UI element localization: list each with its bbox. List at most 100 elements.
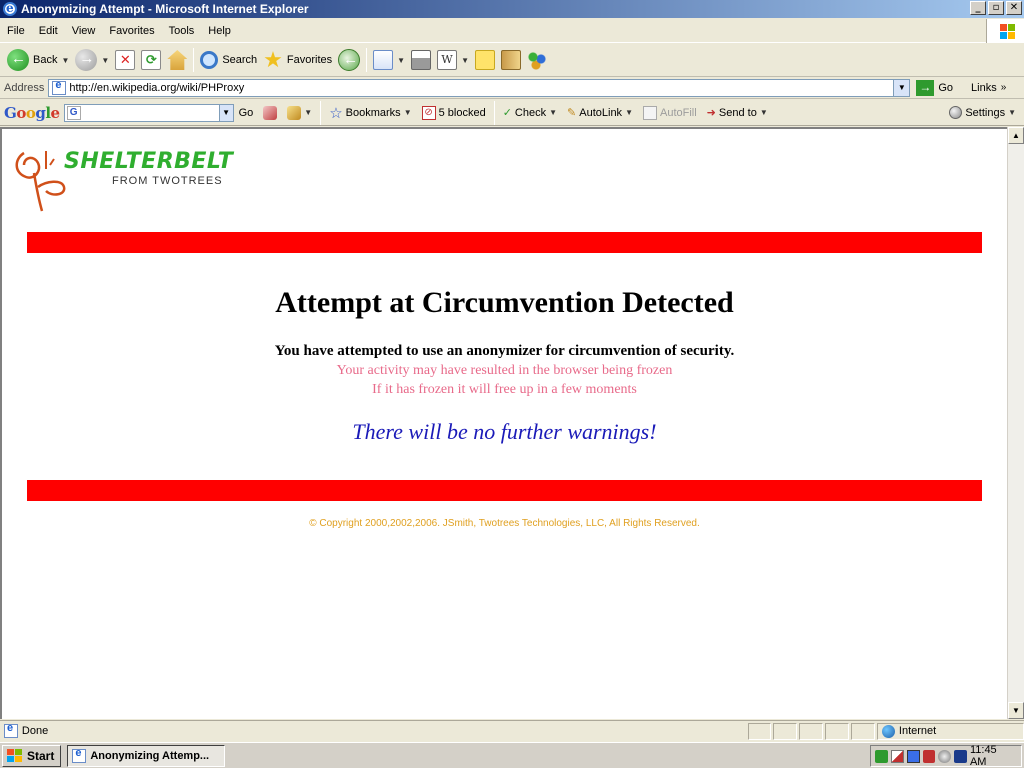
tray-monitor-icon[interactable]	[906, 749, 920, 763]
scroll-up-arrow-icon[interactable]: ▲	[1008, 127, 1024, 144]
autofill-label: AutoFill	[659, 106, 697, 119]
back-dropdown-icon[interactable]: ▼	[61, 56, 69, 65]
menu-tools[interactable]: Tools	[162, 25, 202, 37]
refresh-icon: ⟳	[141, 50, 162, 70]
stop-button[interactable]: ✕	[112, 45, 138, 75]
favorites-button[interactable]: ★ Favorites	[260, 45, 335, 75]
page-icon	[52, 79, 67, 95]
send-to-button[interactable]: ➜ Send to ▼	[702, 106, 773, 120]
menu-favorites[interactable]: Favorites	[102, 25, 161, 37]
tray-chart-icon[interactable]	[890, 749, 904, 763]
mail-dropdown-icon[interactable]: ▼	[397, 56, 405, 65]
forward-button[interactable]: ▼	[72, 45, 112, 75]
taskbar: Start Anonymizing Attemp... 11:45 AM	[0, 742, 1024, 768]
print-button[interactable]	[408, 45, 434, 75]
autofill-icon	[642, 105, 657, 120]
warning-line-3: If it has frozen it will free up in a fe…	[372, 382, 637, 397]
chevron-right-icon[interactable]: »	[1001, 82, 1007, 93]
mail-button[interactable]: ▼	[370, 45, 408, 75]
autolink-button[interactable]: ✎ AutoLink ▼	[562, 106, 638, 120]
popup-blocker-button[interactable]: ⊘ 5 blocked	[417, 105, 491, 120]
standard-toolbar: Back ▼ ▼ ✕ ⟳ Search ★ Favorites ▼ W ▼	[0, 44, 1024, 77]
ie-icon	[72, 747, 87, 763]
history-button[interactable]	[335, 45, 363, 75]
address-label: Address	[4, 81, 45, 94]
maximize-button[interactable]: ▫	[988, 1, 1004, 15]
tray-display-icon[interactable]	[954, 749, 967, 763]
address-input[interactable]: http://en.wikipedia.org/wiki/PHProxy ▼	[48, 78, 911, 97]
tray-blocked-icon[interactable]	[922, 749, 936, 763]
tray-clock-icon[interactable]	[938, 749, 952, 763]
go-arrow-icon: →	[916, 79, 935, 96]
page-done-icon	[4, 722, 18, 738]
vertical-scrollbar[interactable]: ▲ ▼	[1007, 127, 1024, 719]
settings-button[interactable]: Settings ▼	[944, 106, 1024, 119]
search-button[interactable]: Search	[197, 45, 260, 75]
research-button[interactable]	[498, 45, 524, 75]
edit-button[interactable]: W ▼	[434, 45, 472, 75]
send-to-icon: ➜	[706, 107, 716, 119]
blocked-count-label: 5 blocked	[438, 106, 486, 119]
address-url[interactable]: http://en.wikipedia.org/wiki/PHProxy	[69, 82, 244, 94]
notes-button[interactable]	[472, 45, 498, 75]
home-button[interactable]	[164, 45, 190, 75]
taskbar-item-ie[interactable]: Anonymizing Attemp...	[67, 744, 226, 767]
minimize-button[interactable]: _	[970, 1, 986, 15]
globe-icon	[881, 724, 895, 738]
logo-name: SHELTERBELT	[64, 149, 234, 174]
go-button[interactable]: → Go	[916, 79, 954, 96]
spellcheck-icon: ✓	[502, 107, 512, 119]
tray-network-icon[interactable]	[875, 749, 888, 763]
popup-blocked-icon: ⊘	[421, 105, 436, 120]
google-search-input[interactable]: G ▼	[63, 103, 234, 122]
address-dropdown-icon[interactable]: ▼	[893, 79, 910, 96]
menu-bar: File Edit View Favorites Tools Help	[0, 19, 1024, 43]
menu-view[interactable]: View	[65, 25, 103, 37]
research-icon	[501, 50, 521, 70]
go-label: Go	[938, 81, 954, 94]
forward-arrow-icon	[75, 49, 98, 71]
menu-edit[interactable]: Edit	[32, 25, 65, 37]
bookmarks-label: Bookmarks	[345, 106, 401, 119]
close-button[interactable]: ✕	[1006, 1, 1022, 15]
links-button[interactable]: Links	[971, 82, 997, 94]
status-pane	[851, 722, 875, 740]
clock[interactable]: 11:45 AM	[970, 744, 1021, 768]
back-button[interactable]: Back ▼	[4, 45, 72, 75]
bookmarks-button[interactable]: ☆ Bookmarks ▼	[324, 104, 416, 122]
pagerank-icon[interactable]	[258, 105, 282, 120]
edit-dropdown-icon[interactable]: ▼	[461, 56, 469, 65]
page-heading: Attempt at Circumvention Detected	[275, 286, 734, 319]
back-label: Back	[33, 54, 58, 66]
scroll-down-arrow-icon[interactable]: ▼	[1008, 702, 1024, 719]
system-tray: 11:45 AM	[870, 744, 1022, 768]
menu-file[interactable]: File	[0, 25, 32, 37]
google-go-button[interactable]: Go	[234, 107, 259, 119]
google-logo[interactable]: Google	[0, 104, 64, 122]
start-button[interactable]: Start	[2, 744, 62, 767]
status-bar: Done Internet	[0, 720, 1024, 741]
home-icon	[167, 50, 188, 70]
menu-help[interactable]: Help	[201, 25, 238, 37]
search-icon	[200, 51, 219, 69]
warning-line-2: Your activity may have resulted in the b…	[336, 363, 673, 378]
send-to-label: Send to	[718, 106, 757, 119]
title-bar: Anonymizing Attempt - Microsoft Internet…	[0, 0, 1024, 18]
news-icon[interactable]: ▼	[282, 105, 317, 120]
status-pane	[799, 722, 824, 740]
settings-label: Settings	[965, 106, 1006, 119]
spellcheck-button[interactable]: ✓ Check ▼	[498, 106, 562, 120]
windows-logo-icon	[986, 19, 1024, 43]
search-label: Search	[222, 54, 258, 66]
refresh-button[interactable]: ⟳	[138, 45, 164, 75]
start-label: Start	[27, 748, 55, 763]
window-controls: _ ▫ ✕	[970, 1, 1022, 15]
messenger-button[interactable]	[524, 45, 550, 75]
security-zone[interactable]: Internet	[876, 722, 1024, 740]
autofill-button[interactable]: AutoFill	[638, 105, 702, 120]
google-toolbar: Google G ▼ Go ▼ ☆ Bookmarks ▼ ⊘ 5 blocked…	[0, 100, 1024, 126]
address-bar: Address http://en.wikipedia.org/wiki/PHP…	[0, 77, 1024, 99]
shelterbelt-logo: SHELTERBELT FROM TWOTREES	[12, 145, 234, 215]
forward-dropdown-icon[interactable]: ▼	[101, 56, 109, 65]
google-search-dropdown-icon[interactable]: ▼	[218, 104, 233, 121]
